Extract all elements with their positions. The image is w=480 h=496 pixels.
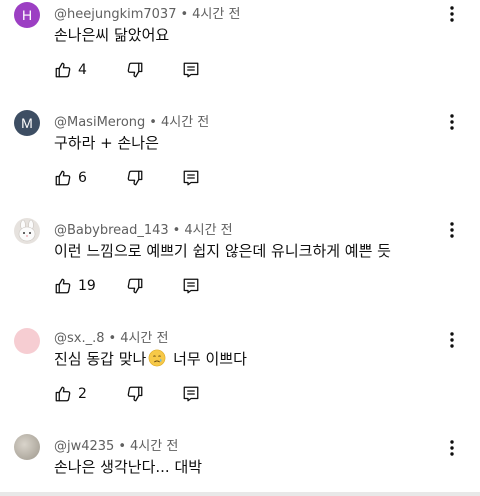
comment-actions: 2: [54, 384, 200, 404]
more-vertical-icon: [450, 332, 454, 348]
comment-text: 손나은 생각난다... 대박: [54, 458, 203, 476]
separator-dot: •: [149, 115, 157, 130]
comment-actions: 4: [54, 60, 200, 80]
more-vertical-icon: [450, 114, 454, 130]
like-count: 19: [78, 278, 96, 294]
timestamp[interactable]: 4시간 전: [161, 115, 209, 130]
thumbs-up-icon: [55, 62, 71, 78]
separator-dot: •: [108, 331, 117, 346]
comment-text-part-2: 너무 이쁘다: [168, 350, 247, 368]
comment-text: 손나은씨 닮았어요: [54, 26, 170, 44]
username[interactable]: @sx._.8: [54, 331, 105, 346]
comment-text-part-1: 진심 동갑 맞나: [54, 350, 147, 368]
comment-5: @jw4235 • 4시간 전 손나은 생각난다... 대박: [0, 432, 480, 492]
avatar[interactable]: H: [14, 2, 40, 28]
timestamp[interactable]: 4시간 전: [184, 223, 232, 238]
comment-meta: @MasiMerong • 4시간 전: [54, 111, 209, 130]
comment-actions: 6: [54, 168, 200, 188]
timestamp[interactable]: 4시간 전: [192, 7, 240, 22]
bunny-avatar-icon: [18, 219, 36, 242]
thumbs-down-icon: [127, 62, 143, 78]
more-vertical-icon: [450, 222, 454, 238]
like-button[interactable]: 2: [54, 385, 126, 403]
reply-icon: [183, 386, 199, 402]
crying-face-emoji-icon: [148, 349, 166, 367]
username[interactable]: @jw4235: [54, 439, 114, 454]
timestamp[interactable]: 4시간 전: [120, 331, 168, 346]
comment-text: 진심 동갑 맞나 너무 이쁘다: [54, 348, 247, 369]
dislike-button[interactable]: [126, 385, 182, 403]
comment-4: @sx._.8 • 4시간 전 진심 동갑 맞나 너무 이쁘다 2: [0, 324, 480, 432]
separator-dot: •: [172, 223, 181, 238]
avatar[interactable]: [14, 328, 40, 354]
reply-button[interactable]: [182, 61, 200, 79]
username[interactable]: @MasiMerong: [54, 115, 145, 130]
comment-3: @Babybread_143 • 4시간 전 이런 느낌으로 예쁘기 쉽지 않은데 …: [0, 216, 480, 324]
timestamp[interactable]: 4시간 전: [130, 439, 178, 454]
dislike-button[interactable]: [126, 277, 182, 295]
username[interactable]: @heejungkim7037: [54, 7, 176, 22]
comment-text: 이런 느낌으로 예쁘기 쉽지 않은데 유니크하게 예쁜 듯: [54, 242, 391, 260]
thumbs-up-icon: [55, 386, 71, 402]
separator-dot: •: [118, 439, 126, 454]
comment-meta: @jw4235 • 4시간 전: [54, 435, 178, 454]
like-button[interactable]: 6: [54, 169, 126, 187]
reply-button[interactable]: [182, 277, 200, 295]
reply-icon: [183, 278, 199, 294]
comment-meta: @heejungkim7037 • 4시간 전: [54, 3, 240, 22]
bottom-divider: [0, 492, 480, 496]
comment-actions: 19: [54, 276, 200, 296]
more-options-button[interactable]: [442, 330, 462, 350]
thumbs-down-icon: [127, 278, 143, 294]
comment-meta: @Babybread_143 • 4시간 전: [54, 219, 233, 238]
more-options-button[interactable]: [442, 4, 462, 24]
separator-dot: •: [180, 7, 189, 22]
username[interactable]: @Babybread_143: [54, 223, 169, 238]
comment-text: 구하라 + 손나은: [54, 134, 159, 152]
like-count: 4: [78, 62, 87, 78]
more-options-button[interactable]: [442, 112, 462, 132]
like-count: 6: [78, 170, 87, 186]
thumbs-down-icon: [127, 386, 143, 402]
comment-meta: @sx._.8 • 4시간 전: [54, 327, 168, 346]
reply-icon: [183, 170, 199, 186]
thumbs-up-icon: [55, 170, 71, 186]
avatar[interactable]: [14, 218, 40, 244]
like-button[interactable]: 4: [54, 61, 126, 79]
more-vertical-icon: [450, 440, 454, 456]
avatar[interactable]: [14, 434, 40, 460]
thumbs-down-icon: [127, 170, 143, 186]
avatar-letter: H: [21, 7, 33, 23]
comment-1: H @heejungkim7037 • 4시간 전 손나은씨 닮았어요 4: [0, 0, 480, 108]
reply-icon: [183, 62, 199, 78]
like-button[interactable]: 19: [54, 277, 126, 295]
avatar-letter: M: [21, 115, 33, 131]
more-options-button[interactable]: [442, 220, 462, 240]
like-count: 2: [78, 386, 87, 402]
dislike-button[interactable]: [126, 61, 182, 79]
more-vertical-icon: [450, 6, 454, 22]
thumbs-up-icon: [55, 278, 71, 294]
more-options-button[interactable]: [442, 438, 462, 458]
comment-2: M @MasiMerong • 4시간 전 구하라 + 손나은 6: [0, 108, 480, 216]
reply-button[interactable]: [182, 385, 200, 403]
dislike-button[interactable]: [126, 169, 182, 187]
avatar[interactable]: M: [14, 110, 40, 136]
reply-button[interactable]: [182, 169, 200, 187]
